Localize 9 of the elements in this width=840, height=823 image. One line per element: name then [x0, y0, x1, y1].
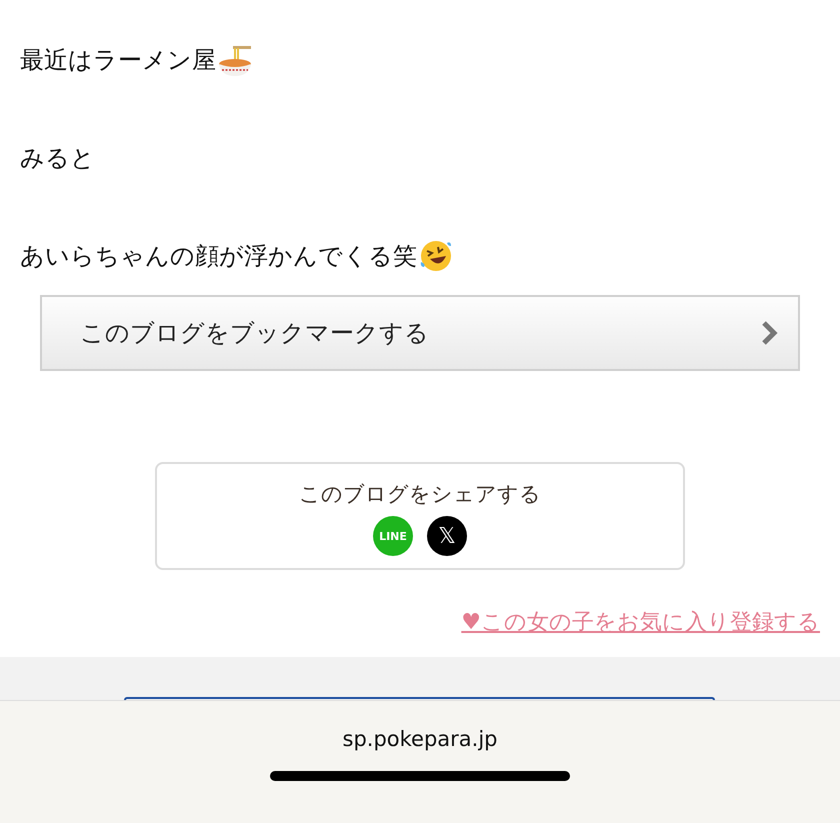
url-text[interactable]: sp.pokepara.jp — [342, 727, 498, 751]
post-text: あいらちゃんの顔が浮かんでくる笑 — [20, 241, 417, 272]
share-title: このブログをシェアする — [299, 481, 541, 508]
laughing-emoji-icon — [418, 238, 454, 274]
chevron-icon — [760, 320, 778, 346]
x-share-button[interactable]: 𝕏 — [427, 516, 467, 556]
bookmark-button[interactable]: このブログをブックマークする — [40, 295, 800, 371]
post-text: みると — [20, 143, 95, 174]
post-text: 最近はラーメン屋 — [20, 45, 216, 76]
